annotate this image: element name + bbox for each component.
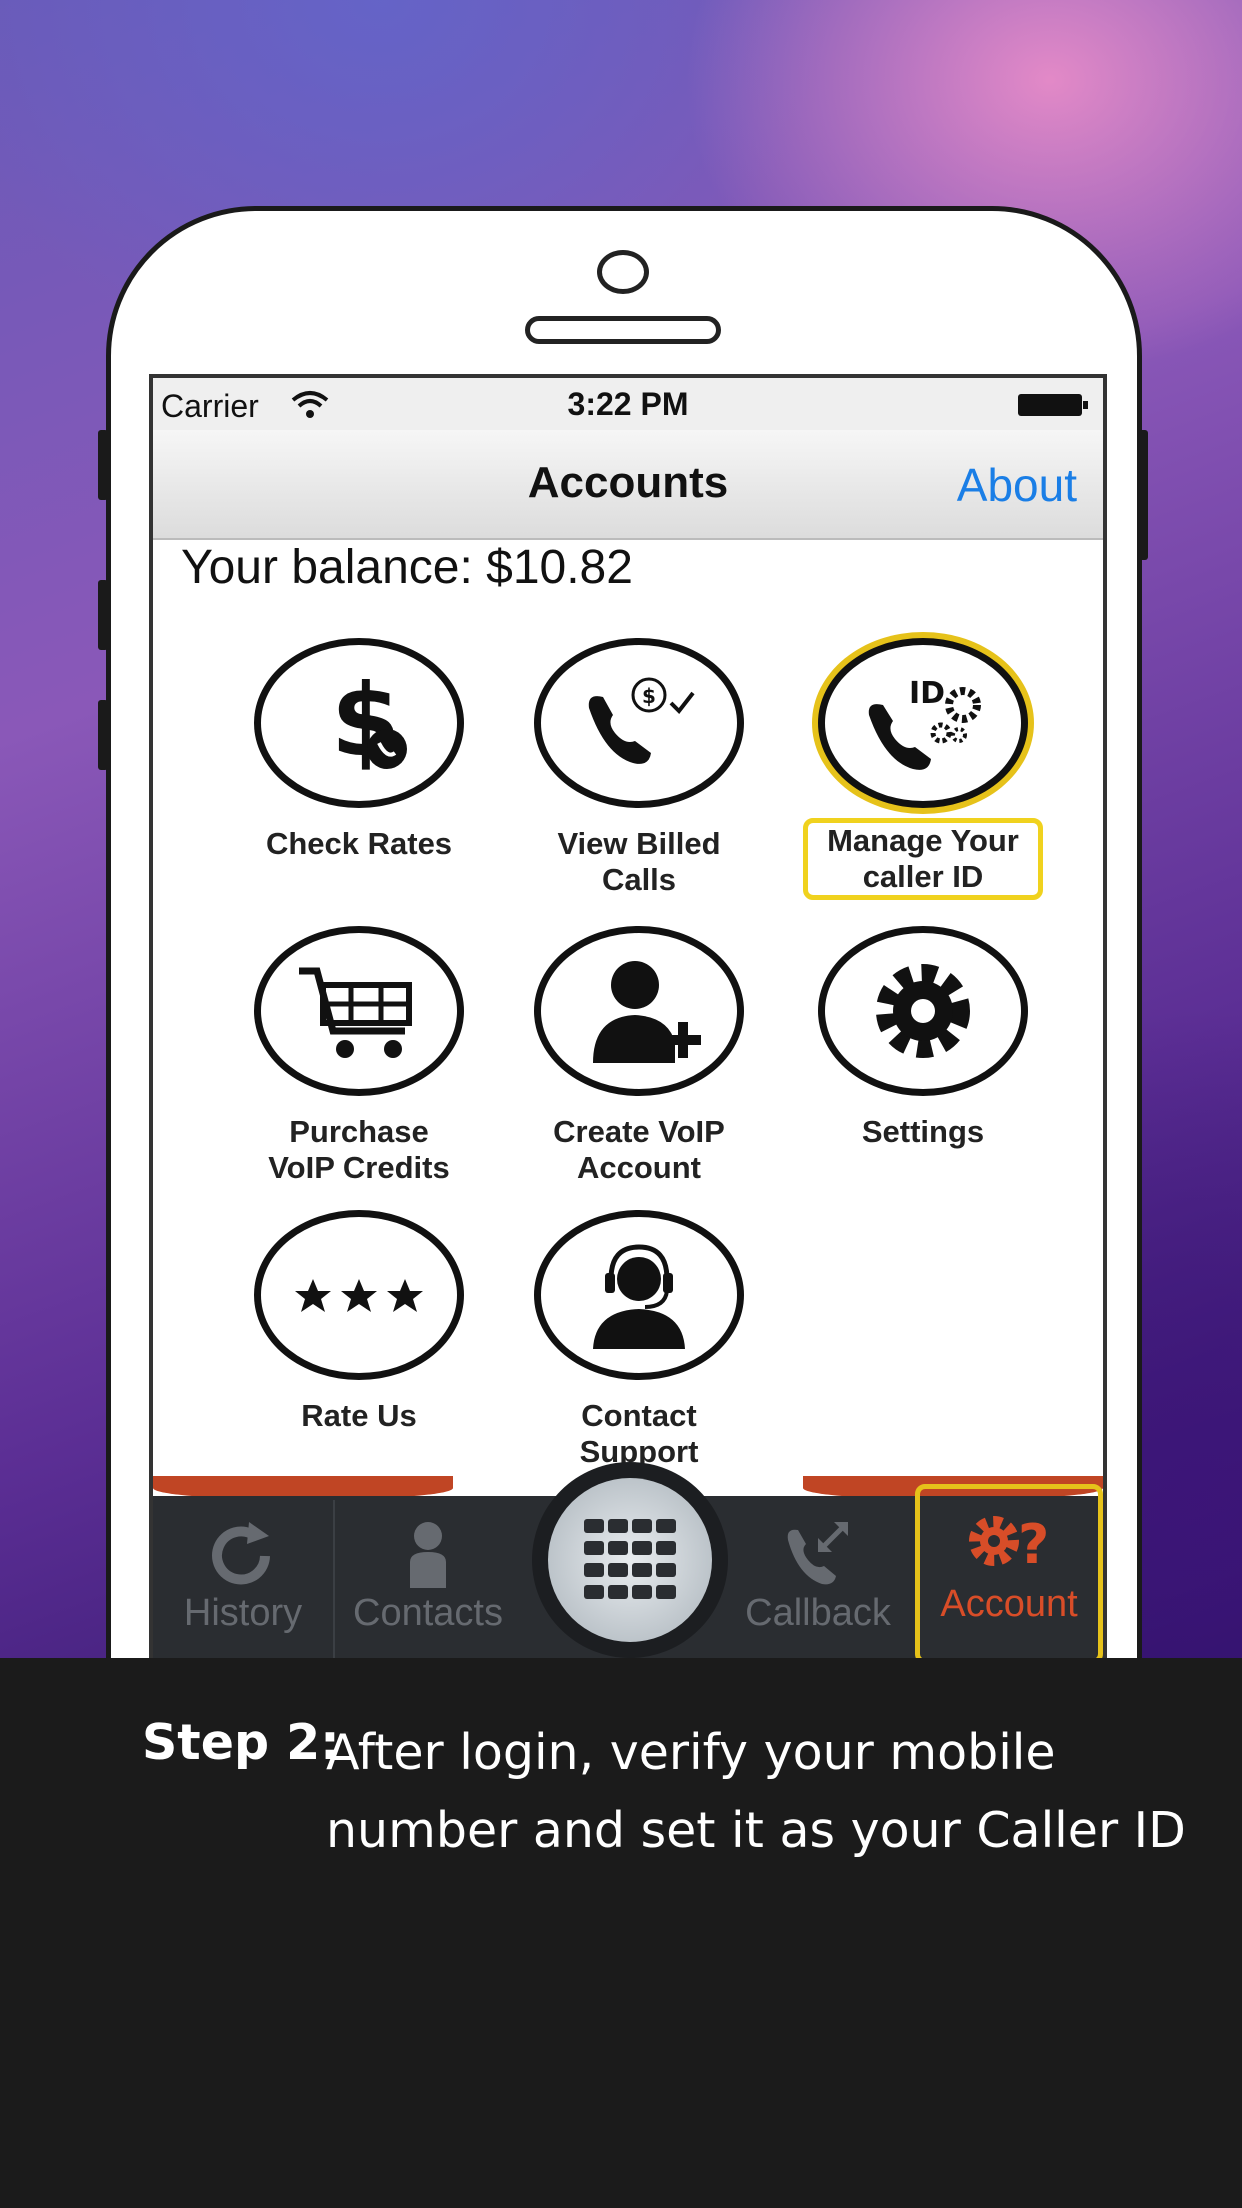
- phone-screen: Carrier 3:22 PM Accounts About Your bala…: [149, 374, 1107, 1674]
- step-label: Step 2:: [142, 1714, 340, 1771]
- tab-label: Contacts: [353, 1592, 503, 1634]
- view-billed-calls-tile[interactable]: $ View Billed Calls: [509, 638, 769, 898]
- battery-icon: [1018, 394, 1088, 416]
- about-button[interactable]: About: [957, 458, 1077, 512]
- phone-camera: [597, 250, 649, 294]
- purchase-credits-tile[interactable]: Purchase VoIP Credits: [229, 926, 489, 1186]
- manage-caller-id-tile[interactable]: ID Manage Your caller ID: [793, 638, 1053, 900]
- caller-id-settings-icon: ID: [818, 638, 1028, 808]
- contact-support-tile[interactable]: Contact Support: [509, 1210, 769, 1470]
- headset-support-icon: [534, 1210, 744, 1380]
- tab-label: History: [183, 1592, 303, 1634]
- tile-label: View Billed Calls: [557, 826, 721, 897]
- tab-callback[interactable]: Callback: [727, 1498, 909, 1670]
- gear-icon: [818, 926, 1028, 1096]
- status-bar: Carrier 3:22 PM: [153, 378, 1103, 430]
- balance-label: Your balance: $10.82: [181, 541, 633, 594]
- rate-us-tile[interactable]: Rate Us: [229, 1210, 489, 1434]
- check-rates-tile[interactable]: $ Check Rates: [229, 638, 489, 862]
- tile-label: Check Rates: [265, 826, 453, 861]
- stars-icon: [254, 1210, 464, 1380]
- tile-label: Contact Support: [579, 1398, 699, 1469]
- tile-label: Settings: [861, 1114, 985, 1149]
- settings-tile[interactable]: Settings: [793, 926, 1053, 1150]
- svg-text:$: $: [642, 684, 656, 708]
- nav-bar: Accounts About: [153, 430, 1103, 540]
- tile-label: Create VoIP Account: [553, 1114, 725, 1185]
- tab-contacts[interactable]: Contacts: [335, 1498, 521, 1670]
- dialpad-icon: [548, 1478, 712, 1642]
- tab-label: Account: [940, 1583, 1078, 1625]
- dialpad-button[interactable]: [532, 1462, 728, 1658]
- tile-label: Rate Us: [301, 1398, 417, 1433]
- tab-account[interactable]: ? Account: [915, 1484, 1103, 1664]
- person-icon: [410, 1522, 446, 1588]
- tab-history[interactable]: History: [153, 1498, 333, 1670]
- svg-text:?: ?: [1018, 1513, 1049, 1576]
- add-user-icon: [534, 926, 744, 1096]
- gear-question-icon: ?: [969, 1513, 1049, 1576]
- caption-panel: Step 2: After login, verify your mobile …: [0, 1658, 1242, 2208]
- tile-label: Manage Your caller ID: [803, 818, 1043, 900]
- phone-billing-icon: $: [534, 638, 744, 808]
- create-voip-account-tile[interactable]: Create VoIP Account: [509, 926, 769, 1186]
- phone-speaker: [525, 316, 721, 344]
- refresh-icon: [212, 1522, 270, 1585]
- dollar-phone-icon: $: [254, 638, 464, 808]
- status-time: 3:22 PM: [567, 386, 689, 422]
- phone-callback-icon: [787, 1522, 848, 1585]
- svg-text:ID: ID: [909, 676, 945, 711]
- tab-label: Callback: [745, 1592, 891, 1634]
- tile-label: Purchase VoIP Credits: [268, 1114, 450, 1185]
- step-description: After login, verify your mobile number a…: [326, 1724, 1186, 1859]
- shopping-cart-icon: [254, 926, 464, 1096]
